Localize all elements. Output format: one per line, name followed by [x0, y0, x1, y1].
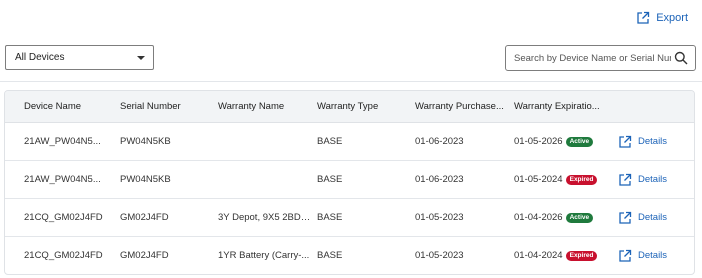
header-serial-number[interactable]: Serial Number — [120, 101, 218, 112]
cell-warranty-expiration: 01-05-2026 Active — [514, 136, 618, 147]
cell-warranty-purchase: 01-06-2023 — [415, 136, 464, 147]
cell-warranty-type: BASE — [317, 136, 343, 147]
cell-warranty-purchase: 01-06-2023 — [415, 174, 464, 185]
expiration-date: 01-04-2026 — [514, 212, 563, 223]
details-label: Details — [638, 136, 668, 147]
cell-warranty-type: BASE — [317, 212, 343, 223]
external-link-icon — [618, 249, 632, 263]
table-row: 21AW_PW04N5... PW04N5KB BASE 01-06-2023 … — [5, 161, 694, 199]
cell-serial-number: GM02J4FD — [120, 250, 169, 261]
cell-device-name: 21AW_PW04N5... — [24, 136, 101, 147]
status-badge: Active — [565, 212, 594, 223]
cell-warranty-name: 3Y Depot, 9X5 2BD ... — [218, 212, 312, 223]
device-filter-select[interactable]: All Devices — [5, 45, 154, 70]
expiration-date: 01-04-2024 — [514, 250, 563, 261]
external-link-icon — [636, 11, 650, 25]
cell-warranty-name: 1YR Battery (Carry-... — [218, 250, 310, 261]
filter-row: All Devices — [5, 45, 696, 72]
cell-warranty-purchase: 01-05-2023 — [415, 250, 464, 261]
cell-warranty-expiration: 01-04-2024 Expired — [514, 250, 618, 261]
cell-warranty-expiration: 01-05-2024 Expired — [514, 174, 618, 185]
cell-device-name: 21CQ_GM02J4FD — [24, 212, 103, 223]
cell-warranty-type: BASE — [317, 174, 343, 185]
cell-warranty-type: BASE — [317, 250, 343, 261]
details-label: Details — [638, 250, 668, 261]
header-warranty-type[interactable]: Warranty Type — [317, 101, 415, 112]
status-badge: Active — [565, 136, 594, 147]
search-icon[interactable] — [674, 51, 688, 65]
table-header: Device Name Serial Number Warranty Name … — [5, 91, 694, 123]
cell-serial-number: GM02J4FD — [120, 212, 169, 223]
device-filter-value: All Devices — [15, 52, 65, 63]
cell-serial-number: PW04N5KB — [120, 174, 171, 185]
cell-device-name: 21CQ_GM02J4FD — [24, 250, 103, 261]
cell-device-name: 21AW_PW04N5... — [24, 174, 101, 185]
external-link-icon — [618, 211, 632, 225]
cell-warranty-purchase: 01-05-2023 — [415, 212, 464, 223]
table-row: 21AW_PW04N5... PW04N5KB BASE 01-06-2023 … — [5, 123, 694, 161]
search-box — [505, 45, 696, 71]
search-input[interactable] — [506, 47, 671, 69]
status-badge: Expired — [565, 250, 598, 261]
warranty-table: Device Name Serial Number Warranty Name … — [4, 90, 695, 275]
header-warranty-purchase[interactable]: Warranty Purchase... — [415, 101, 514, 112]
header-device-name[interactable]: Device Name — [5, 101, 120, 112]
details-link[interactable]: Details — [618, 173, 694, 187]
external-link-icon — [618, 135, 632, 149]
details-link[interactable]: Details — [618, 249, 694, 263]
details-link[interactable]: Details — [618, 211, 694, 225]
header-warranty-name[interactable]: Warranty Name — [218, 101, 317, 112]
table-row: 21CQ_GM02J4FD GM02J4FD 1YR Battery (Carr… — [5, 237, 694, 274]
export-button[interactable]: Export — [636, 11, 688, 25]
export-label: Export — [656, 12, 688, 24]
chevron-down-icon — [137, 56, 145, 60]
details-label: Details — [638, 174, 668, 185]
table-row: 21CQ_GM02J4FD GM02J4FD 3Y Depot, 9X5 2BD… — [5, 199, 694, 237]
cell-serial-number: PW04N5KB — [120, 136, 171, 147]
header-warranty-expiration[interactable]: Warranty Expiratio... — [514, 101, 618, 112]
divider — [0, 81, 702, 82]
cell-warranty-expiration: 01-04-2026 Active — [514, 212, 618, 223]
details-label: Details — [638, 212, 668, 223]
expiration-date: 01-05-2024 — [514, 174, 563, 185]
status-badge: Expired — [565, 174, 598, 185]
expiration-date: 01-05-2026 — [514, 136, 563, 147]
details-link[interactable]: Details — [618, 135, 694, 149]
external-link-icon — [618, 173, 632, 187]
